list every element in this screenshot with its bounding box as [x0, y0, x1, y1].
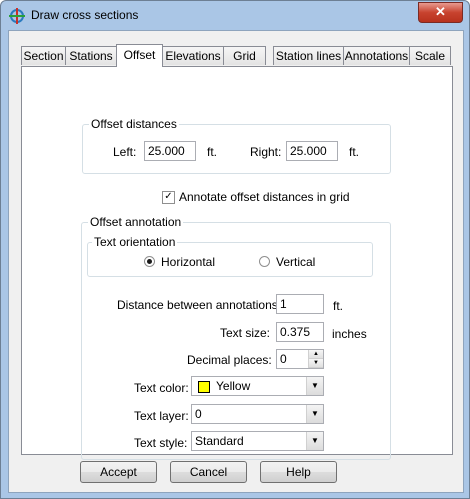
- text-orientation-group: Text orientation Horizontal Vertical: [87, 235, 373, 277]
- text-color-select[interactable]: Yellow ▼: [191, 376, 324, 396]
- window-title: Draw cross sections: [31, 8, 139, 22]
- accept-button[interactable]: Accept: [80, 461, 157, 483]
- left-offset-unit: ft.: [207, 145, 218, 159]
- decimal-places-value: 0: [280, 352, 287, 366]
- title-bar[interactable]: Draw cross sections ✕: [1, 1, 469, 31]
- offset-distances-label: Offset distances: [89, 117, 179, 131]
- dialog-client: Section Stations Offset Elevations Grid …: [8, 30, 464, 493]
- cancel-button[interactable]: Cancel: [170, 461, 247, 483]
- decimal-places-spin[interactable]: ▲ ▼: [308, 350, 323, 368]
- chevron-down-icon[interactable]: ▼: [306, 405, 323, 423]
- offset-tab-panel: Offset distances Left: 25.000 ft. Right:…: [21, 66, 453, 460]
- text-style-select[interactable]: Standard ▼: [191, 431, 324, 451]
- tab-annotations[interactable]: Annotations: [343, 46, 410, 65]
- horizontal-label: Horizontal: [161, 255, 216, 269]
- color-swatch-icon: [198, 381, 210, 393]
- left-offset-input[interactable]: 25.000: [144, 141, 196, 161]
- distance-label: Distance between annotations:: [117, 298, 282, 312]
- dialog-window: Draw cross sections ✕ Section Stations O…: [0, 0, 470, 499]
- offset-distances-group: Offset distances Left: 25.000 ft. Right:…: [82, 117, 391, 174]
- tab-offset[interactable]: Offset: [116, 44, 163, 67]
- text-layer-label: Text layer:: [134, 409, 189, 423]
- close-button[interactable]: ✕: [418, 2, 463, 23]
- horizontal-radio[interactable]: [144, 256, 155, 267]
- tab-stations[interactable]: Stations: [65, 46, 117, 65]
- text-color-label: Text color:: [134, 381, 189, 395]
- left-offset-label: Left:: [113, 145, 137, 159]
- tab-scale[interactable]: Scale: [409, 46, 451, 65]
- right-offset-label: Right:: [250, 145, 282, 159]
- spin-up-icon[interactable]: ▲: [309, 350, 323, 359]
- text-size-input[interactable]: 0.375: [276, 322, 324, 342]
- text-layer-value: 0: [195, 407, 202, 421]
- vertical-label: Vertical: [276, 255, 316, 269]
- distance-unit: ft.: [333, 299, 344, 313]
- tab-grid[interactable]: Grid: [223, 46, 266, 65]
- distance-input[interactable]: 1: [276, 294, 324, 314]
- vertical-radio[interactable]: [259, 256, 270, 267]
- offset-annotation-group: Offset annotation Text orientation Horiz…: [81, 215, 391, 460]
- offset-annotation-label: Offset annotation: [88, 215, 184, 229]
- text-orientation-label: Text orientation: [92, 235, 178, 249]
- decimal-places-stepper[interactable]: 0 ▲ ▼: [276, 349, 324, 369]
- tab-station-lines[interactable]: Station lines: [273, 46, 344, 65]
- text-size-label: Text size:: [220, 326, 271, 340]
- annotate-offsets-checkbox[interactable]: ✓: [162, 191, 175, 204]
- text-layer-select[interactable]: 0 ▼: [191, 404, 324, 424]
- right-offset-unit: ft.: [349, 145, 360, 159]
- spin-down-icon[interactable]: ▼: [309, 359, 323, 368]
- app-icon: [9, 8, 25, 24]
- text-style-value: Standard: [195, 434, 244, 448]
- tab-elevations[interactable]: Elevations: [162, 46, 224, 65]
- annotate-offsets-label: Annotate offset distances in grid: [179, 190, 350, 204]
- text-size-unit: inches: [332, 327, 367, 341]
- chevron-down-icon[interactable]: ▼: [306, 432, 323, 450]
- decimal-places-label: Decimal places:: [187, 353, 272, 367]
- chevron-down-icon[interactable]: ▼: [306, 377, 323, 395]
- right-offset-input[interactable]: 25.000: [286, 141, 338, 161]
- help-button[interactable]: Help: [260, 461, 337, 483]
- text-color-value: Yellow: [216, 379, 251, 393]
- tab-section[interactable]: Section: [21, 46, 66, 65]
- text-style-label: Text style:: [134, 436, 188, 450]
